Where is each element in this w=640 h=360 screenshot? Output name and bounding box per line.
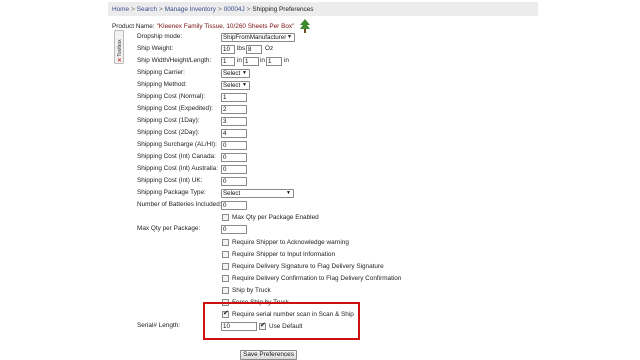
option-label: Require Delivery Signature to Flag Deliv… (232, 262, 384, 270)
cost-normal-input[interactable]: 1 (221, 93, 247, 102)
package-type-label: Shipping Package Type: (137, 189, 206, 196)
ship-dims-label: Ship Width/Height/Length: (137, 57, 212, 64)
breadcrumb-home[interactable]: Home (112, 6, 129, 13)
ship-length-input[interactable]: 1 (266, 57, 282, 66)
batteries-label: Number of Batteries Included: (137, 201, 222, 208)
option-row[interactable]: Require Shipper to Input Information (222, 249, 335, 259)
product-name-label: Product Name: (112, 22, 155, 30)
breadcrumb-separator: > (217, 6, 222, 13)
cost-canada-label: Shipping Cost (Int) Canada: (137, 153, 216, 160)
breadcrumb-separator: > (131, 6, 135, 13)
shipping-method-value: Select (223, 82, 241, 89)
cost-normal-label: Shipping Cost (Normal): (137, 93, 206, 100)
save-preferences-button[interactable]: Save Preferences (240, 350, 297, 360)
toolbox-tab[interactable]: Toolbox ✕ (114, 30, 124, 64)
max-qty-enabled-label: Max Qty per Package Enabled (232, 213, 319, 221)
cost-2day-input[interactable]: 4 (221, 129, 247, 138)
breadcrumb-current: Shipping Preferences (252, 6, 314, 13)
tree-icon (300, 19, 311, 33)
breadcrumb-separator: > (159, 6, 163, 13)
package-type-select[interactable]: Select ▼ (221, 189, 294, 198)
option-checkbox[interactable] (222, 262, 229, 270)
shipping-method-select[interactable]: Select ▼ (221, 81, 250, 90)
package-type-value: Select (223, 190, 241, 197)
batteries-input[interactable]: 0 (221, 201, 247, 210)
cost-2day-label: Shipping Cost (2Day): (137, 129, 200, 136)
max-qty-enabled-checkbox[interactable] (222, 213, 229, 221)
option-label: Require Delivery Confirmation to Flag De… (232, 274, 402, 282)
cost-1day-input[interactable]: 3 (221, 117, 247, 126)
surcharge-input[interactable]: 0 (221, 141, 247, 150)
breadcrumb-manage-inventory[interactable]: Manage Inventory (165, 6, 216, 13)
shipping-carrier-select[interactable]: Select ▼ (221, 69, 250, 78)
surcharge-label: Shipping Surcharge (AL/HI): (137, 141, 217, 148)
dropship-mode-label: Dropship mode: (137, 33, 183, 40)
ship-weight-lbs-input[interactable]: 10 (221, 45, 235, 54)
cost-uk-input[interactable]: 0 (221, 177, 247, 186)
shipping-carrier-label: Shipping Carrier: (137, 69, 185, 76)
dropdown-arrow-icon: ▼ (242, 82, 247, 88)
ship-height-input[interactable]: 1 (243, 57, 259, 66)
option-row[interactable]: Require Delivery Confirmation to Flag De… (222, 273, 401, 283)
option-checkbox[interactable] (222, 286, 229, 294)
option-checkbox[interactable] (222, 238, 229, 246)
ship-weight-oz-input[interactable]: 8 (246, 45, 262, 54)
option-label: Require Shipper to Input Information (232, 250, 336, 258)
ship-weight-label: Ship Weight: (137, 45, 174, 52)
option-row[interactable]: Ship by Truck (222, 285, 271, 295)
breadcrumb: Home > Search > Manage Inventory > 00004… (112, 5, 314, 14)
oz-unit: Oz (265, 45, 274, 52)
serial-length-label: Serial# Length: (137, 322, 180, 329)
option-checkbox[interactable] (222, 274, 229, 282)
in-unit: in (237, 57, 242, 64)
option-label: Ship by Truck (232, 286, 271, 294)
dropship-mode-value: ShipFromManufacturer (223, 34, 287, 41)
max-qty-enabled-row[interactable]: Max Qty per Package Enabled (222, 212, 319, 222)
dropdown-arrow-icon: ▼ (286, 190, 291, 196)
cost-expedited-label: Shipping Cost (Expedited): (137, 105, 214, 112)
highlight-box (203, 302, 360, 340)
dropship-mode-select[interactable]: ShipFromManufacturer ▼ (221, 33, 295, 42)
cost-australia-label: Shipping Cost (Int) Australia: (137, 165, 218, 172)
product-name-value: "Kleenex Family Tissue, 10/260 Sheets Pe… (156, 22, 295, 30)
shipping-method-label: Shipping Method: (137, 81, 187, 88)
product-name-row: Product Name: "Kleenex Family Tissue, 10… (112, 19, 311, 33)
breadcrumb-separator: > (246, 6, 251, 13)
shipping-carrier-value: Select (223, 70, 241, 77)
max-qty-input[interactable]: 0 (221, 225, 247, 234)
option-row[interactable]: Require Delivery Signature to Flag Deliv… (222, 261, 384, 271)
in-unit: in (260, 57, 265, 64)
cost-uk-label: Shipping Cost (Int) UK: (137, 177, 203, 184)
max-qty-label: Max Qty per Package: (137, 225, 201, 232)
option-row[interactable]: Require Shipper to Acknowledge warning (222, 237, 349, 247)
close-icon[interactable]: ✕ (117, 57, 122, 64)
lbs-unit: lbs (237, 45, 246, 52)
in-unit: in (284, 57, 289, 64)
dropdown-arrow-icon: ▼ (242, 70, 247, 76)
dropdown-arrow-icon: ▼ (287, 34, 292, 40)
option-checkbox[interactable] (222, 250, 229, 258)
breadcrumb-item-id[interactable]: 00004J (224, 6, 245, 13)
cost-canada-input[interactable]: 0 (221, 153, 247, 162)
cost-expedited-input[interactable]: 2 (221, 105, 247, 114)
breadcrumb-search[interactable]: Search (137, 6, 157, 13)
cost-australia-input[interactable]: 0 (221, 165, 247, 174)
ship-width-input[interactable]: 1 (221, 57, 235, 66)
cost-1day-label: Shipping Cost (1Day): (137, 117, 200, 124)
option-label: Require Shipper to Acknowledge warning (232, 238, 349, 246)
